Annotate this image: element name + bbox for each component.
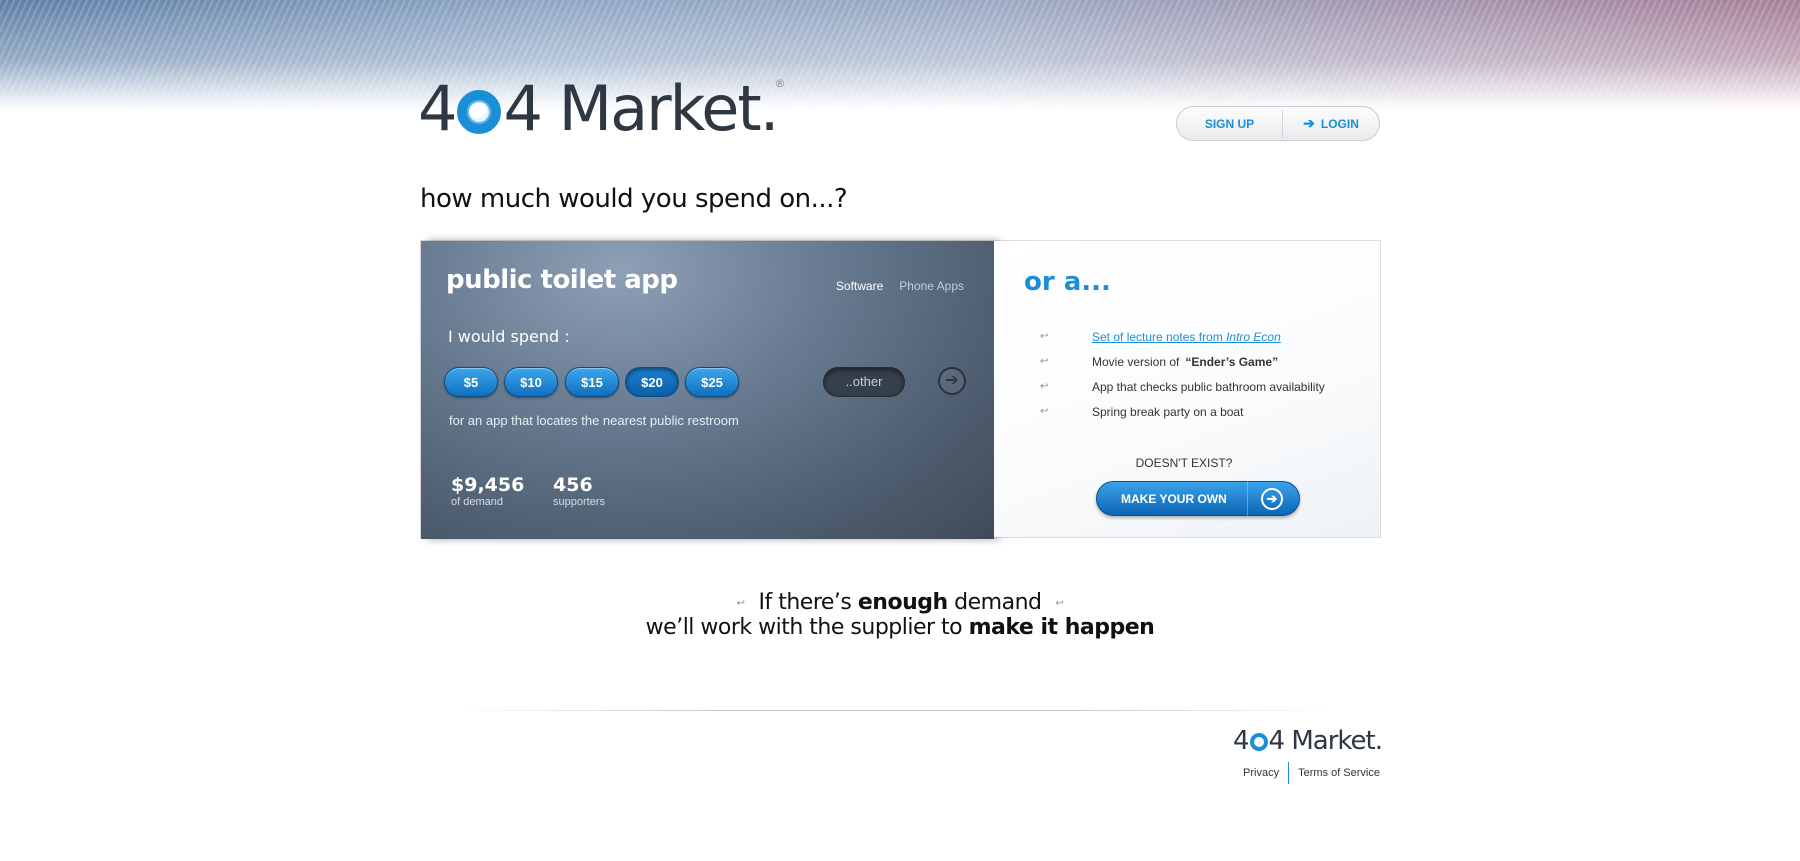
bullet-icon: ↩	[1040, 381, 1049, 392]
bullet-icon: ↩	[1040, 356, 1049, 367]
alternative-text: App that checks public bathroom availabi…	[1092, 379, 1325, 394]
demand-stat: $9,456 of demand	[451, 474, 524, 508]
login-label: LOGIN	[1320, 116, 1359, 131]
demand-value: $9,456	[451, 474, 525, 496]
supporters-label: supporters	[553, 496, 605, 508]
make-your-own-button[interactable]: MAKE YOUR OWN ➔	[1096, 481, 1300, 516]
quote-icon: ↩	[1055, 597, 1064, 609]
alternative-emph: “Ender’s Game”	[1185, 354, 1279, 369]
logo-ring-icon	[457, 90, 502, 134]
alternatives-list: ↩ Set of lecture notes from Intro Econ ↩…	[1040, 324, 1325, 424]
submit-arrow-icon[interactable]: ➔	[938, 367, 966, 395]
logo[interactable]: 4 4 Market. ®	[418, 72, 785, 145]
category-software[interactable]: Software	[836, 279, 883, 293]
amount-button-25[interactable]: $25	[685, 367, 739, 397]
logo-text: 4 Market.	[503, 72, 779, 145]
amount-button-10[interactable]: $10	[504, 367, 558, 397]
doesnt-exist-label: DOESN'T EXIST?	[1135, 456, 1233, 470]
footer-logo-ring-icon	[1249, 733, 1268, 751]
privacy-link[interactable]: Privacy	[1243, 767, 1279, 779]
page-question: how much would you spend on...?	[420, 184, 848, 214]
button-divider	[1247, 481, 1248, 516]
arrow-circle-icon: ➔	[1261, 487, 1283, 510]
registered-mark: ®	[774, 77, 786, 90]
alternative-link[interactable]: Set of lecture notes from Intro Econ	[1092, 330, 1281, 344]
header-background	[0, 0, 1800, 110]
list-item[interactable]: ↩ App that checks public bathroom availa…	[1040, 374, 1325, 399]
arrow-right-icon: ➔	[1303, 115, 1315, 131]
auth-buttons: SIGN UP ➔ LOGIN	[1176, 106, 1380, 141]
footer-links: Privacy Terms of Service	[1243, 762, 1380, 784]
supporters-stat: 456 supporters	[553, 474, 605, 508]
list-item[interactable]: ↩ Movie version of “Ender’s Game”	[1040, 349, 1325, 374]
amount-button-20[interactable]: $20	[625, 367, 679, 397]
featured-title: public toilet app	[446, 265, 678, 295]
alternatives-panel: or a... ↩ Set of lecture notes from Intr…	[994, 241, 1380, 537]
logo-digit: 4	[418, 72, 457, 145]
alternatives-heading: or a...	[1024, 267, 1111, 297]
feature-card: public toilet app Software Phone Apps I …	[420, 240, 1381, 539]
footer-separator	[1288, 762, 1290, 784]
amount-button-5[interactable]: $5	[444, 367, 498, 397]
supporters-value: 456	[553, 474, 593, 496]
list-item[interactable]: ↩ Spring break party on a boat	[1040, 399, 1325, 424]
bullet-icon: ↩	[1040, 331, 1049, 342]
spend-label: I would spend :	[448, 327, 570, 346]
terms-link[interactable]: Terms of Service	[1298, 767, 1380, 779]
category-phone-apps[interactable]: Phone Apps	[899, 279, 964, 293]
bullet-icon: ↩	[1040, 406, 1049, 417]
other-amount-input[interactable]: ..other	[823, 367, 905, 397]
alternative-text: Spring break party on a boat	[1092, 404, 1244, 419]
footer-logo[interactable]: 4 4 Market.	[1233, 726, 1383, 756]
tagline-line-1: ↩ If there’s enough demand ↩	[736, 590, 1064, 615]
footer-divider	[455, 710, 1335, 711]
featured-description: for an app that locates the nearest publ…	[449, 413, 739, 428]
signup-button[interactable]: SIGN UP	[1177, 117, 1282, 131]
category-links: Software Phone Apps	[836, 279, 964, 293]
list-item[interactable]: ↩ Set of lecture notes from Intro Econ	[1040, 324, 1325, 349]
alternative-text: Movie version of	[1092, 354, 1180, 369]
make-your-own-label: MAKE YOUR OWN	[1121, 491, 1227, 506]
demand-label: of demand	[451, 496, 503, 508]
login-button[interactable]: ➔ LOGIN	[1283, 115, 1379, 132]
featured-panel: public toilet app Software Phone Apps I …	[421, 241, 994, 539]
amount-button-15[interactable]: $15	[565, 367, 619, 397]
quote-icon: ↩	[736, 597, 745, 609]
tagline-line-2: we’ll work with the supplier to make it …	[645, 615, 1155, 640]
